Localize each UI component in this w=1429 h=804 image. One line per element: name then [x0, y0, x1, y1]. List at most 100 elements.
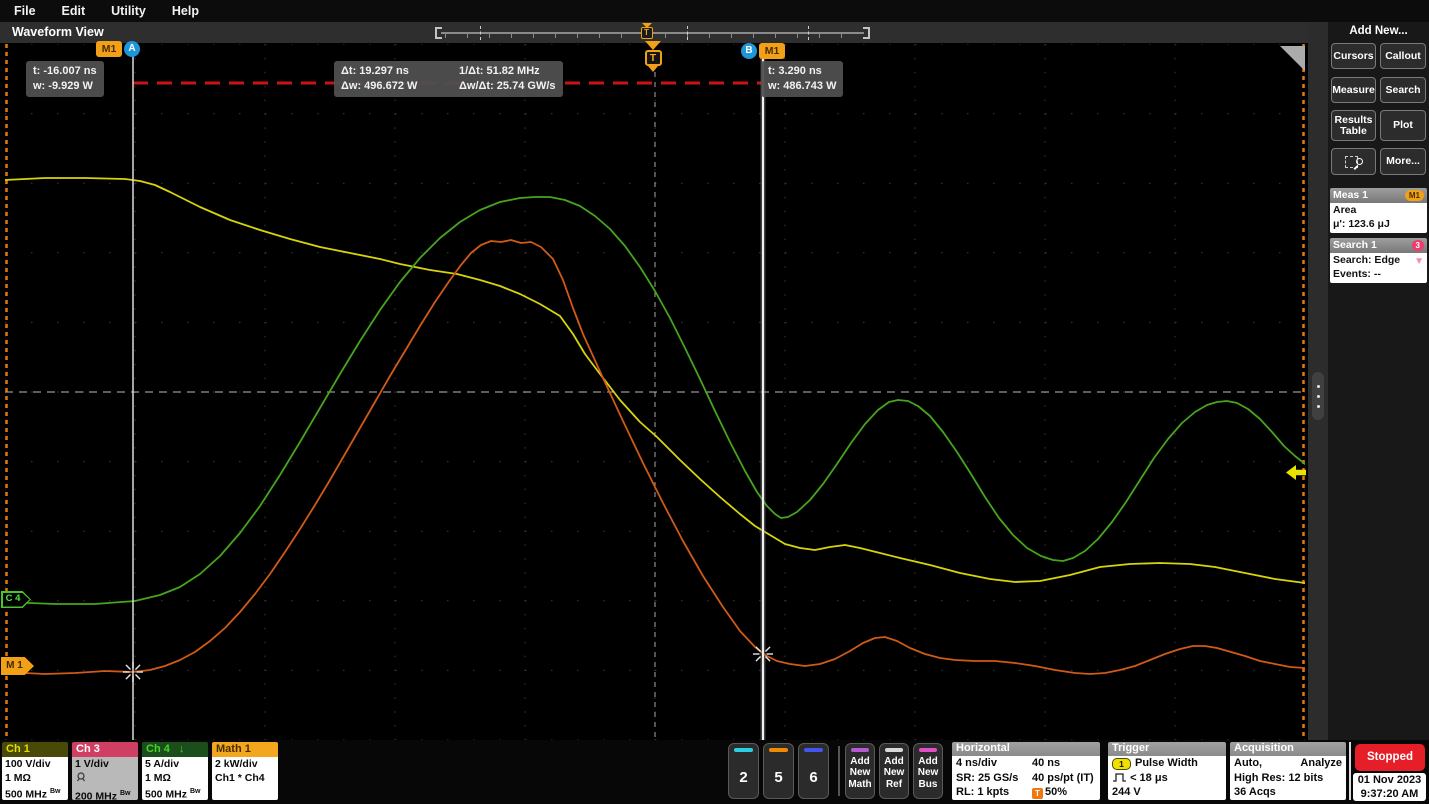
acquisition-panel[interactable]: Acquisition Auto, Analyze High Res: 12 b…: [1230, 742, 1346, 800]
search1-count-badge: 3: [1412, 240, 1424, 251]
sample-resolution: 40 ps/pt (IT): [1032, 771, 1094, 786]
measure-button[interactable]: Measure: [1331, 77, 1376, 103]
preview-cursor-a-mark: [480, 26, 481, 40]
math1-trace-tag[interactable]: M 1: [1, 657, 34, 675]
cursors-button[interactable]: Cursors: [1331, 43, 1376, 69]
cursor-b-badge[interactable]: B: [741, 43, 757, 59]
search1-dropdown-icon[interactable]: ▼: [1414, 255, 1424, 269]
divider: [838, 746, 840, 796]
search-button[interactable]: Search: [1380, 77, 1426, 103]
acquisition-mode: Auto,: [1234, 756, 1262, 771]
menu-bar: File Edit Utility Help: [0, 0, 1429, 22]
ch5-enable-button[interactable]: 5: [763, 743, 794, 799]
cursor-a-value: w: -9.929 W: [33, 79, 97, 94]
cursor-b-meas-badge[interactable]: M1: [759, 43, 785, 59]
add-new-ref-button[interactable]: Add New Ref: [879, 743, 909, 799]
meas1-name: Area: [1333, 204, 1424, 218]
pulse-width-icon: [1112, 772, 1127, 782]
trigger-position-marker[interactable]: T: [644, 41, 662, 72]
horizontal-position: 50%: [1045, 786, 1067, 798]
ch3-bw-limit: Bw: [120, 790, 131, 797]
plot-button[interactable]: Plot: [1380, 110, 1426, 141]
add-ref-l3: Ref: [880, 779, 908, 791]
cursor-a-time: t: -16.007 ns: [33, 64, 97, 79]
ch4-scale: 5 A/div: [145, 757, 205, 771]
ch6-number: 6: [799, 769, 828, 786]
preview-trigger-marker[interactable]: T: [640, 23, 653, 39]
panel-splitter[interactable]: [1308, 22, 1328, 740]
ch1-label: Ch 1: [2, 742, 68, 757]
add-bus-l1: Add: [914, 756, 942, 768]
horizontal-panel[interactable]: Horizontal 4 ns/div 40 ns SR: 25 GS/s 40…: [952, 742, 1100, 800]
trigger-source-badge: 1: [1112, 758, 1131, 770]
math1-source: Ch1 * Ch4: [215, 771, 275, 785]
search1-card[interactable]: Search 1 3 Search: Edge Events: -- ▼: [1330, 238, 1427, 283]
callout-button[interactable]: Callout: [1380, 43, 1426, 69]
cursor-b-value: w: 486.743 W: [768, 79, 836, 94]
trigger-panel[interactable]: Trigger 1Pulse Width < 18 μs 244 V: [1108, 742, 1226, 800]
splitter-handle[interactable]: [1312, 372, 1324, 420]
trigger-flag-tail: [648, 66, 658, 72]
add-bus-l3: Bus: [914, 779, 942, 791]
cursor-a-meas-badge[interactable]: M1: [96, 41, 122, 57]
zoom-select-button[interactable]: [1331, 148, 1376, 175]
delta-t: Δt: 19.297 ns: [341, 64, 453, 79]
menu-file[interactable]: File: [14, 4, 36, 18]
zoom-select-icon: [1345, 155, 1363, 169]
zoom-corner-fold-icon[interactable]: [1280, 46, 1305, 71]
add-new-title: Add New...: [1328, 25, 1429, 37]
ch1-badge[interactable]: Ch 1 100 V/div 1 MΩ 500 MHz Bw: [2, 742, 68, 800]
waveform-view-title: Waveform View: [12, 25, 104, 39]
cursor-a-badge[interactable]: A: [124, 41, 140, 57]
ch4-badge[interactable]: Ch 4 ↓ 5 A/div 1 MΩ 500 MHz Bw: [142, 742, 208, 800]
ch4-tag-label: C 4: [1, 593, 25, 604]
add-ref-l2: New: [880, 767, 908, 779]
ch2-number: 2: [729, 769, 758, 786]
record-length: RL: 1 kpts: [956, 785, 1032, 800]
cursor-a-readout: t: -16.007 ns w: -9.929 W: [26, 61, 104, 97]
ch1-bw-limit: Bw: [50, 788, 61, 795]
menu-help[interactable]: Help: [172, 4, 199, 18]
search1-type: Search: Edge: [1333, 254, 1424, 268]
trigger-flag-icon: T: [645, 50, 662, 66]
ch3-bandwidth: 200 MHz: [75, 791, 117, 801]
trigger-title: Trigger: [1108, 742, 1226, 756]
add-bus-l2: New: [914, 767, 942, 779]
ch1-impedance: 1 MΩ: [5, 771, 65, 785]
trigger-condition: < 18 μs: [1130, 772, 1168, 784]
ch6-enable-button[interactable]: 6: [798, 743, 829, 799]
menu-utility[interactable]: Utility: [111, 4, 146, 18]
meas1-card[interactable]: Meas 1 M1 Area μ': 123.6 μJ: [1330, 188, 1427, 233]
more-button[interactable]: More...: [1380, 148, 1426, 175]
ch5-number: 5: [764, 769, 793, 786]
add-new-bus-button[interactable]: Add New Bus: [913, 743, 943, 799]
search1-events: Events: --: [1333, 268, 1424, 282]
timebase-preview-left-bracket: [435, 27, 442, 39]
waveform-graticule[interactable]: M1 A B M1 t: -16.007 ns w: -9.929 W Δt: …: [0, 44, 1308, 740]
meas1-title: Meas 1: [1333, 189, 1368, 201]
preview-cursor-b-mark: [687, 26, 688, 40]
datetime-display: 01 Nov 2023 9:37:20 AM: [1353, 773, 1426, 801]
meas1-value: μ': 123.6 μJ: [1333, 218, 1424, 232]
ch4-label: Ch 4: [146, 743, 170, 755]
timebase-preview[interactable]: T: [435, 25, 870, 41]
ch2-enable-button[interactable]: 2: [728, 743, 759, 799]
time: 9:37:20 AM: [1353, 788, 1426, 802]
waveform-panel: Waveform View T M1 A B M1: [0, 22, 1308, 740]
ch4-impedance: 1 MΩ: [145, 771, 205, 785]
ch3-label: Ch 3: [72, 742, 138, 757]
ch3-badge[interactable]: Ch 3 1 V/div 200 MHz Bw: [72, 742, 138, 800]
divider: [1349, 742, 1351, 800]
math1-scale: 2 kW/div: [215, 757, 275, 771]
ch4-clipping-arrow-icon: ↓: [179, 743, 185, 755]
add-new-math-button[interactable]: Add New Math: [845, 743, 875, 799]
add-math-l3: Math: [846, 779, 874, 791]
run-stop-button[interactable]: Stopped: [1355, 744, 1425, 771]
ch4-trace-tag[interactable]: C 4: [1, 591, 31, 608]
results-table-button[interactable]: Results Table: [1331, 110, 1376, 141]
math1-badge[interactable]: Math 1 2 kW/div Ch1 * Ch4: [212, 742, 278, 800]
trigger-arrow-icon: [645, 41, 661, 50]
menu-edit[interactable]: Edit: [62, 4, 86, 18]
inverse-delta-t: 1/Δt: 51.82 MHz: [459, 64, 556, 79]
cursor-delta-readout: Δt: 19.297 ns 1/Δt: 51.82 MHz Δw: 496.67…: [334, 61, 563, 97]
